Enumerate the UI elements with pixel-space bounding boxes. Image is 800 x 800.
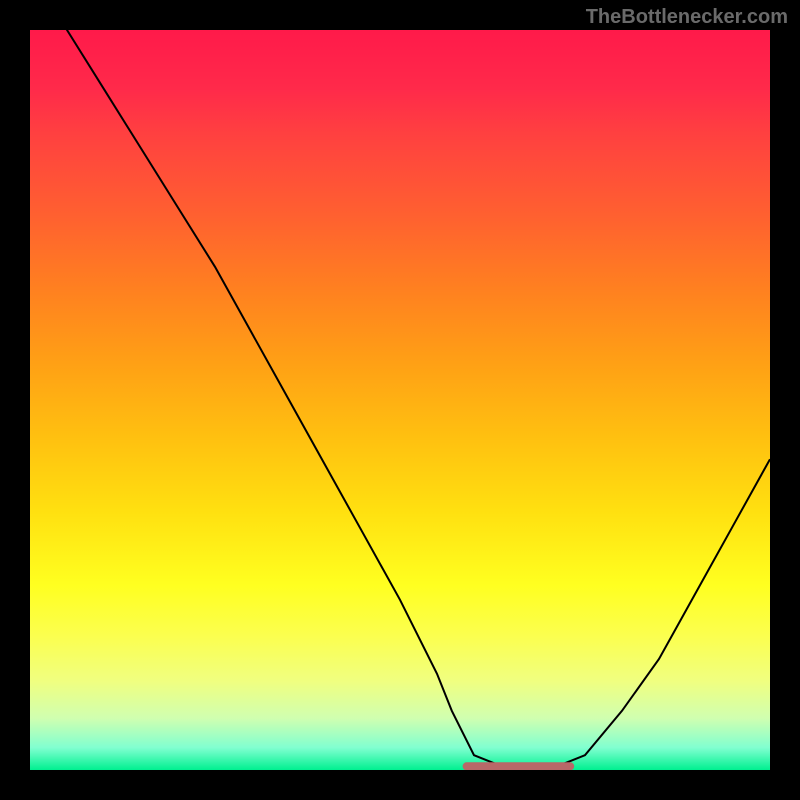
chart-svg (30, 30, 770, 770)
bottleneck-curve (30, 30, 770, 770)
site-watermark: TheBottlenecker.com (586, 6, 788, 29)
chart-plot-area (30, 30, 770, 770)
